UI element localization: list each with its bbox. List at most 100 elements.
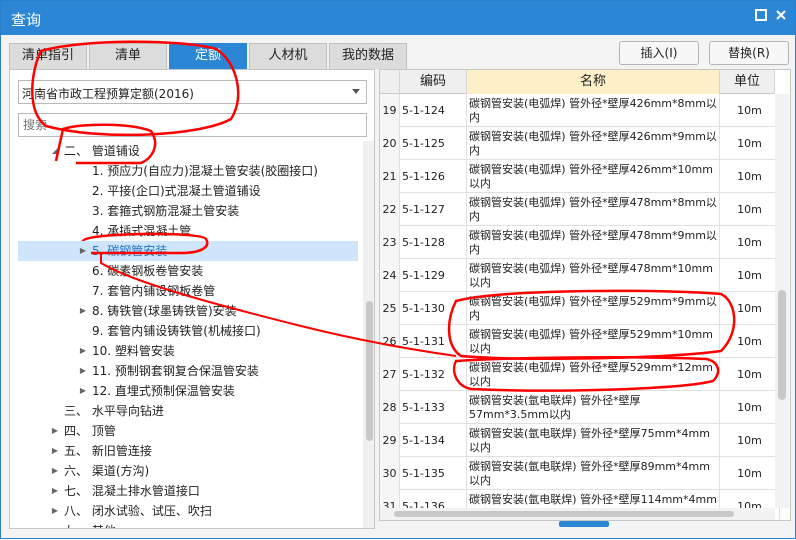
cell-unit: 10m [720,160,780,193]
cell-num: 22 [380,193,400,226]
table-row[interactable]: 20 5-1-125 碳钢管安装(电弧焊) 管外径*壁厚426mm*9mm以内 10m [380,127,780,160]
cell-code: 5-1-133 [400,391,467,424]
expand-arrow-icon[interactable]: ▶ [50,441,60,461]
tree-node-label: 12. 直埋式预制保温管安装 [92,384,235,398]
table-header: 编码 名称 单位 [380,70,775,94]
expand-arrow-icon [78,281,88,301]
table-row[interactable]: 30 5-1-135 碳钢管安装(氩电联焊) 管外径*壁厚89mm*4mm以内 10m [380,457,780,490]
expand-arrow-icon[interactable]: ▶ [78,241,88,261]
tree-node[interactable]: ▶ 九、 其他 [18,521,358,528]
tree-node[interactable]: 2. 平接(企口)式混凝土管道铺设 [18,181,358,201]
tree-node-label: 5. 碳钢管安装 [92,244,168,258]
expand-arrow-icon[interactable]: ▶ [78,301,88,321]
expand-arrow-icon [78,201,88,221]
tab-bill-guide[interactable]: 清单指引 [9,43,87,69]
left-scrollbar[interactable] [363,141,374,528]
expand-arrow-icon [78,321,88,341]
tree-node-label: 11. 预制钢套钢复合保温管安装 [92,364,259,378]
scroll-thumb[interactable] [778,290,786,400]
table-row[interactable]: 19 5-1-124 碳钢管安装(电弧焊) 管外径*壁厚426mm*8mm以内 10m [380,94,780,127]
expand-arrow-icon[interactable]: ▶ [50,461,60,481]
tree-node[interactable]: ▶ 五、 新旧管连接 [18,441,358,461]
cell-name: 碳钢管安装(氩电联焊) 管外径*壁厚89mm*4mm以内 [467,457,720,490]
expand-arrow-icon[interactable]: ▶ [78,381,88,401]
cell-num: 20 [380,127,400,160]
search-input[interactable] [18,113,367,137]
tree-node[interactable]: 9. 套管内铺设铸铁管(机械接口) [18,321,358,341]
tree-node[interactable]: ▶ 七、 混凝土排水管道接口 [18,481,358,501]
minimize-icon[interactable] [753,9,769,25]
tree-node[interactable]: 3. 套箍式钢筋混凝土管安装 [18,201,358,221]
expand-arrow-icon[interactable]: ▶ [50,501,60,521]
header-unit[interactable]: 单位 [720,70,775,94]
cell-name: 碳钢管安装(电弧焊) 管外径*壁厚478mm*10mm以内 [467,259,720,292]
replace-button[interactable]: 替换(R) [709,41,789,65]
table-row[interactable]: 25 5-1-130 碳钢管安装(电弧焊) 管外径*壁厚529mm*9mm以内 10m [380,292,780,325]
header-name[interactable]: 名称 [467,70,720,94]
table-row[interactable]: 22 5-1-127 碳钢管安装(电弧焊) 管外径*壁厚478mm*8mm以内 10m [380,193,780,226]
tab-quota[interactable]: 定额 [169,43,247,69]
cell-num: 25 [380,292,400,325]
cell-code: 5-1-127 [400,193,467,226]
expand-arrow-icon[interactable]: ▶ [50,521,60,528]
close-icon[interactable] [773,9,789,25]
cell-code: 5-1-134 [400,424,467,457]
table-row[interactable]: 23 5-1-128 碳钢管安装(电弧焊) 管外径*壁厚478mm*9mm以内 10m [380,226,780,259]
cell-code: 5-1-131 [400,325,467,358]
expanded-arrow-icon[interactable]: ◢ [50,141,60,161]
tree-node[interactable]: ▶ 四、 顶管 [18,421,358,441]
tree-node[interactable]: ▶ 5. 碳钢管安装 [18,241,358,261]
right-scrollbar[interactable] [775,94,789,508]
expand-arrow-icon[interactable]: ▶ [50,481,60,501]
cell-code: 5-1-128 [400,226,467,259]
cell-num: 21 [380,160,400,193]
table-row[interactable]: 24 5-1-129 碳钢管安装(电弧焊) 管外径*壁厚478mm*10mm以内 10… [380,259,780,292]
tree-node-label: 1. 预应力(自应力)混凝土管安装(胶圈接口) [92,164,318,178]
expand-arrow-icon[interactable]: ▶ [50,421,60,441]
splitter-handle[interactable] [559,521,609,527]
tab-bill[interactable]: 清单 [89,43,167,69]
scroll-thumb[interactable] [394,511,734,517]
expand-arrow-icon[interactable]: ▶ [78,341,88,361]
tree-node[interactable]: 4. 承插式混凝土管 [18,221,358,241]
tree-node[interactable]: 6. 碳素钢板卷管安装 [18,261,358,281]
tree-node-label: 六、 渠道(方沟) [64,464,150,478]
tree-node[interactable]: ▶ 8. 铸铁管(球墨铸铁管)安装 [18,301,358,321]
query-window: 查询 清单指引 清单 定额 人材机 我的数据 插入(I) 替换(R) 河南省市政… [0,0,796,539]
cell-unit: 10m [720,259,780,292]
quota-library-select[interactable]: 河南省市政工程预算定额(2016) [18,80,367,104]
tree-node[interactable]: 7. 套管内铺设钢板卷管 [18,281,358,301]
scroll-thumb[interactable] [366,301,373,441]
cell-name: 碳钢管安装(氩电联焊) 管外径*壁厚75mm*4mm以内 [467,424,720,457]
tree-node-label: 6. 碳素钢板卷管安装 [92,264,204,278]
tree-node[interactable]: ▶ 10. 塑料管安装 [18,341,358,361]
header-code[interactable]: 编码 [400,70,467,94]
insert-button[interactable]: 插入(I) [619,41,699,65]
expand-arrow-icon [78,221,88,241]
horizontal-scrollbar[interactable] [380,508,775,520]
cell-num: 19 [380,94,400,127]
tree-node[interactable]: 三、 水平导向钻进 [18,401,358,421]
tree-node[interactable]: ▶ 11. 预制钢套钢复合保温管安装 [18,361,358,381]
tree-node[interactable]: ▶ 12. 直埋式预制保温管安装 [18,381,358,401]
tree-node[interactable]: ◢ 二、 管道铺设 [18,141,358,161]
tree-node[interactable]: ▶ 六、 渠道(方沟) [18,461,358,481]
cell-num: 27 [380,358,400,391]
cell-name: 碳钢管安装(电弧焊) 管外径*壁厚426mm*9mm以内 [467,127,720,160]
tree-node-label: 九、 其他 [64,521,116,528]
tab-my-data[interactable]: 我的数据 [329,43,407,69]
tree-node-label: 8. 铸铁管(球墨铸铁管)安装 [92,304,237,318]
table-row[interactable]: 27 5-1-132 碳钢管安装(电弧焊) 管外径*壁厚529mm*12mm以内 10… [380,358,780,391]
cell-name: 碳钢管安装(电弧焊) 管外径*壁厚478mm*9mm以内 [467,226,720,259]
expand-arrow-icon[interactable]: ▶ [78,361,88,381]
table-row[interactable]: 26 5-1-131 碳钢管安装(电弧焊) 管外径*壁厚529mm*10mm以内 10… [380,325,780,358]
chapter-tree: ◢ 二、 管道铺设 1. 预应力(自应力)混凝土管安装(胶圈接口) 2. 平接(企口)… [10,141,364,528]
tree-node[interactable]: ▶ 八、 闭水试验、试压、吹扫 [18,501,358,521]
tree-node[interactable]: 1. 预应力(自应力)混凝土管安装(胶圈接口) [18,161,358,181]
cell-unit: 10m [720,391,780,424]
cell-name: 碳钢管安装(电弧焊) 管外径*壁厚478mm*8mm以内 [467,193,720,226]
table-row[interactable]: 29 5-1-134 碳钢管安装(氩电联焊) 管外径*壁厚75mm*4mm以内 10m [380,424,780,457]
table-row[interactable]: 21 5-1-126 碳钢管安装(电弧焊) 管外径*壁厚426mm*10mm以内 10… [380,160,780,193]
tab-labor-material[interactable]: 人材机 [249,43,327,69]
table-row[interactable]: 28 5-1-133 碳钢管安装(氩电联焊) 管外径*壁厚57mm*3.5mm以内 1… [380,391,780,424]
